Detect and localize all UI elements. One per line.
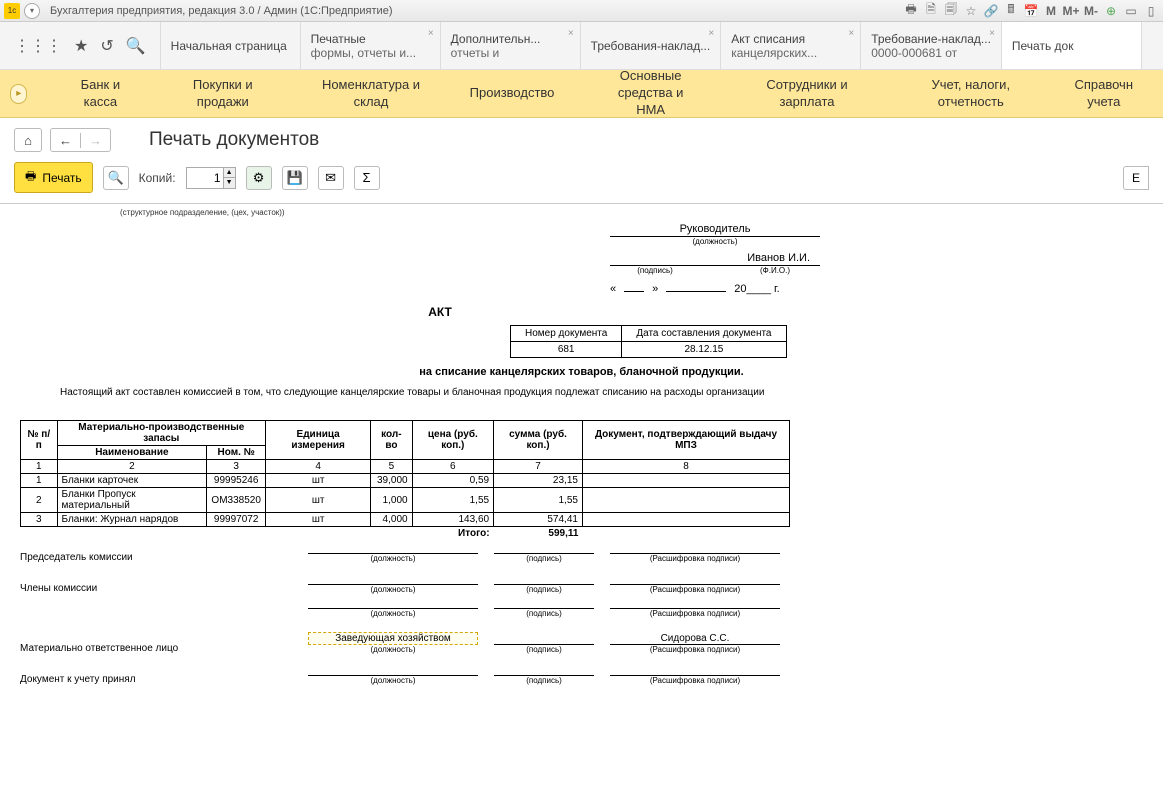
close-icon[interactable]: × bbox=[708, 28, 714, 39]
menu-bank[interactable]: Банк и касса bbox=[47, 77, 153, 111]
tab-home[interactable]: Начальная страница bbox=[161, 22, 301, 69]
main-menu: ▸ Банк и касса Покупки и продажи Номенкл… bbox=[0, 70, 1163, 118]
panel-icon[interactable]: ▯ bbox=[1143, 3, 1159, 19]
settings-button[interactable]: ⚙ bbox=[246, 166, 272, 190]
spinner-down[interactable]: ▼ bbox=[223, 178, 235, 188]
tab-requirements[interactable]: Требования-наклад...× bbox=[581, 22, 722, 69]
window-title: Бухгалтерия предприятия, редакция 3.0 / … bbox=[50, 5, 392, 17]
items-table: № п/п Материально-производственные запас… bbox=[20, 420, 790, 540]
menu-accounting[interactable]: Учет, налоги, отчетность bbox=[887, 77, 1054, 111]
table-row: 1Бланки карточек99995246шт39,0000,5923,1… bbox=[21, 474, 790, 488]
document-area: (структурное подразделение, (цех, участо… bbox=[0, 204, 1163, 719]
back-icon[interactable]: ← bbox=[51, 133, 81, 148]
link-icon[interactable]: 🔗 bbox=[983, 3, 999, 19]
apps-icon[interactable]: ⋮⋮⋮ bbox=[14, 36, 62, 56]
calculator-icon[interactable]: 🖩 bbox=[1003, 3, 1019, 19]
memory-m[interactable]: M bbox=[1043, 3, 1059, 19]
approval-block: Руководитель (должность) Иванов И.И. (по… bbox=[610, 223, 820, 295]
signatures: Председатель комиссии (должность) (подпи… bbox=[20, 546, 1143, 685]
compare-icon[interactable]: 🗐 bbox=[943, 3, 959, 19]
app-logo: 1c bbox=[4, 3, 20, 19]
menu-production[interactable]: Производство bbox=[450, 85, 575, 102]
favorite-icon[interactable]: ☆ bbox=[963, 3, 979, 19]
menu-assets[interactable]: Основные средства и НМА bbox=[574, 68, 726, 119]
tab-print-forms[interactable]: Печатныеформы, отчеты и...× bbox=[301, 22, 441, 69]
save-button[interactable]: 💾 bbox=[282, 166, 308, 190]
tab-tools: ⋮⋮⋮ ★ ↺ 🔍 bbox=[0, 22, 161, 69]
accepted-label: Документ к учету принял bbox=[20, 668, 300, 685]
table-row: 2Бланки Пропуск материальныйОМ338520шт1,… bbox=[21, 488, 790, 513]
tab-additional[interactable]: Дополнительн...отчеты и× bbox=[441, 22, 581, 69]
members-label: Члены комиссии bbox=[20, 577, 300, 594]
responsible-label: Материально ответственное лицо bbox=[20, 637, 300, 654]
restore-icon[interactable]: ▭ bbox=[1123, 3, 1139, 19]
nav-back-forward[interactable]: ←→ bbox=[50, 128, 111, 152]
expand-menu-icon[interactable]: ▸ bbox=[10, 84, 27, 104]
doc-subtitle: на списание канцелярских товаров, бланоч… bbox=[20, 366, 1143, 378]
close-icon[interactable]: × bbox=[568, 28, 574, 39]
history-icon[interactable]: ↺ bbox=[100, 36, 113, 56]
tab-writeoff-act[interactable]: Акт списанияканцелярских...× bbox=[721, 22, 861, 69]
print-toolbar: 🖶Печать 🔍 Копий: ▲▼ ⚙ 💾 ✉ Σ Е bbox=[0, 156, 1163, 204]
search-icon[interactable]: 🔍 bbox=[126, 36, 146, 56]
tab-print-docs[interactable]: Печать док bbox=[1002, 22, 1142, 69]
memory-mplus[interactable]: M+ bbox=[1063, 3, 1079, 19]
page-title: Печать документов bbox=[149, 129, 319, 151]
tab-requirement-681[interactable]: Требование-наклад...0000-000681 от× bbox=[861, 22, 1002, 69]
page-header: ⌂ ←→ Печать документов bbox=[0, 118, 1163, 156]
menu-inventory[interactable]: Номенклатура и склад bbox=[292, 77, 449, 111]
tabs-row: ⋮⋮⋮ ★ ↺ 🔍 Начальная страница Печатныефор… bbox=[0, 22, 1163, 70]
head-name: Иванов И.И. bbox=[610, 252, 820, 266]
doc-body: Настоящий акт составлен комиссией в том,… bbox=[20, 386, 1143, 400]
calendar-icon[interactable]: 📅 bbox=[1023, 3, 1039, 19]
chair-label: Председатель комиссии bbox=[20, 546, 300, 563]
email-button[interactable]: ✉ bbox=[318, 166, 344, 190]
memory-mminus[interactable]: M- bbox=[1083, 3, 1099, 19]
titlebar-tools: 🖶 🗎 🗐 ☆ 🔗 🖩 📅 M M+ M- ⊕ ▭ ▯ bbox=[903, 3, 1159, 19]
close-icon[interactable]: × bbox=[989, 28, 995, 39]
star-icon[interactable]: ★ bbox=[74, 36, 88, 56]
sign-label: (подпись) bbox=[610, 266, 700, 275]
extra-button[interactable]: Е bbox=[1123, 166, 1149, 190]
forward-icon[interactable]: → bbox=[81, 133, 110, 148]
minimize-icon[interactable]: ⊕ bbox=[1103, 3, 1119, 19]
app-menu-dropdown[interactable]: ▾ bbox=[24, 3, 40, 19]
head-pos-label: (должность) bbox=[610, 237, 820, 246]
menu-references[interactable]: Справочн учета bbox=[1054, 77, 1153, 111]
preview-button[interactable]: 🔍 bbox=[103, 166, 129, 190]
copies-label: Копий: bbox=[139, 171, 176, 185]
print-preview-icon[interactable]: 🗎 bbox=[923, 3, 939, 19]
responsible-job[interactable]: Заведующая хозяйством bbox=[308, 632, 478, 645]
meta-table: Номер документаДата составления документ… bbox=[510, 325, 787, 358]
menu-hr[interactable]: Сотрудники и зарплата bbox=[727, 77, 887, 111]
head-title: Руководитель bbox=[610, 223, 820, 237]
spinner-up[interactable]: ▲ bbox=[223, 168, 235, 178]
printer-icon: 🖶 bbox=[25, 167, 36, 188]
responsible-name: Сидорова С.С. bbox=[610, 633, 780, 645]
table-row: 3Бланки: Журнал нарядов99997072шт4,00014… bbox=[21, 513, 790, 527]
titlebar: 1c ▾ Бухгалтерия предприятия, редакция 3… bbox=[0, 0, 1163, 22]
sum-button[interactable]: Σ bbox=[354, 166, 380, 190]
fio-label: (Ф.И.О.) bbox=[730, 266, 820, 275]
doc-title: АКТ bbox=[400, 305, 480, 319]
print-button[interactable]: 🖶Печать bbox=[14, 162, 93, 193]
subdivision-note: (структурное подразделение, (цех, участо… bbox=[120, 208, 1143, 217]
close-icon[interactable]: × bbox=[428, 28, 434, 39]
menu-purchases[interactable]: Покупки и продажи bbox=[153, 77, 292, 111]
print-icon[interactable]: 🖶 bbox=[903, 3, 919, 19]
close-icon[interactable]: × bbox=[848, 28, 854, 39]
home-button[interactable]: ⌂ bbox=[14, 128, 42, 152]
